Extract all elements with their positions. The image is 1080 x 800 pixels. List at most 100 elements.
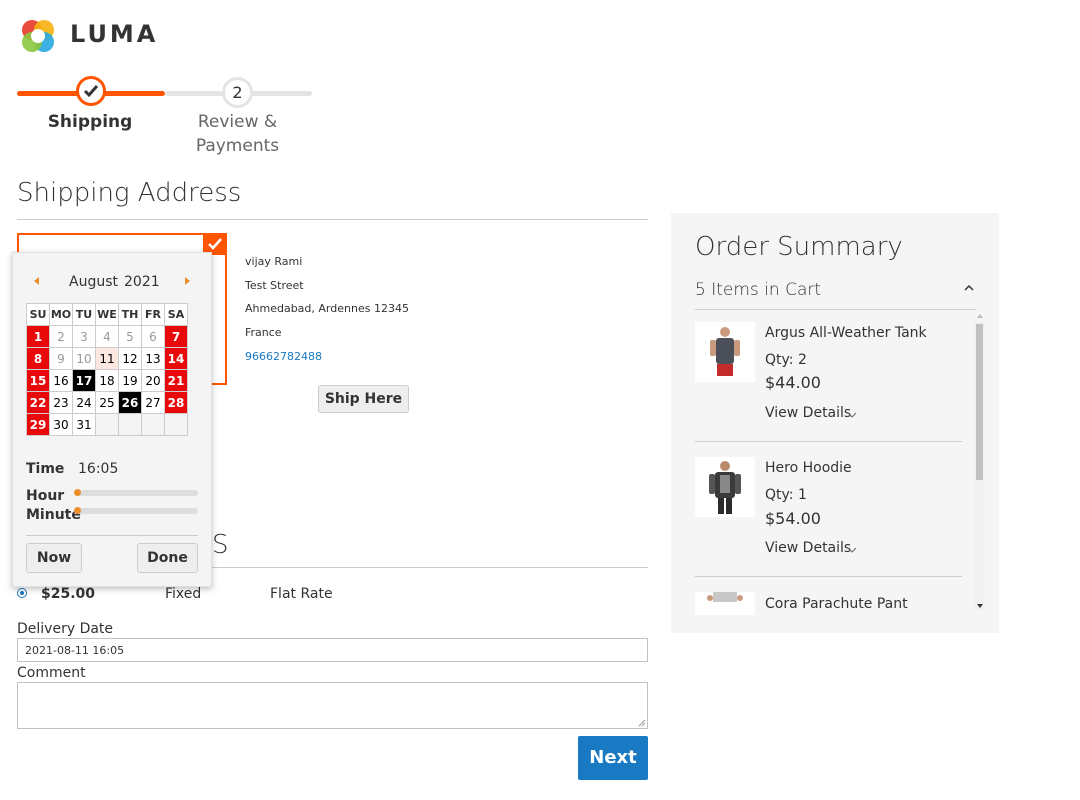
resize-handle-icon[interactable]: [638, 719, 646, 727]
cart-item-price: $44.00: [765, 373, 821, 392]
order-summary-title: Order Summary: [695, 232, 903, 262]
weekday-header: SA: [164, 303, 188, 326]
now-button[interactable]: Now: [26, 543, 82, 573]
calendar-day-today[interactable]: 11: [95, 347, 119, 370]
calendar-week: 1 2 3 4 5 6 7: [26, 325, 188, 348]
hour-slider-handle[interactable]: [74, 489, 81, 496]
cart-item-name: Hero Hoodie: [765, 460, 852, 476]
address-name: vijay Rami: [245, 255, 303, 268]
calendar-day: 9: [49, 347, 73, 370]
calendar-day[interactable]: 21: [164, 369, 188, 392]
calendar-day[interactable]: 12: [118, 347, 142, 370]
calendar-day[interactable]: 23: [49, 391, 73, 414]
weekday-header: TH: [118, 303, 142, 326]
address-country: France: [245, 326, 282, 339]
delivery-date-input[interactable]: 2021-08-11 16:05: [17, 638, 648, 662]
shipping-carrier-name: Flat Rate: [270, 586, 333, 602]
time-value: 16:05: [78, 461, 119, 477]
calendar-day[interactable]: 27: [141, 391, 165, 414]
brand-name[interactable]: LUMA: [70, 20, 158, 48]
time-label: Time: [26, 461, 65, 477]
weekday-header: SU: [26, 303, 50, 326]
view-details-toggle[interactable]: View Details: [765, 405, 851, 421]
calendar-week: 22 23 24 25 26 27 28: [26, 391, 188, 414]
calendar-day[interactable]: 14: [164, 347, 188, 370]
product-thumbnail[interactable]: [695, 457, 755, 517]
step-shipping-indicator: [76, 76, 106, 106]
divider: [695, 441, 962, 442]
chevron-up-icon[interactable]: [963, 284, 975, 292]
checkmark-icon: [83, 85, 99, 98]
calendar-day-selected[interactable]: 17: [72, 369, 96, 392]
comment-textarea[interactable]: [17, 682, 648, 729]
datepicker-grid: SU MO TU WE TH FR SA 1 2 3 4 5 6 7 8 9 1…: [26, 303, 188, 436]
calendar-day: 2: [49, 325, 73, 348]
step-shipping-label: Shipping: [47, 112, 133, 132]
weekday-header: MO: [49, 303, 73, 326]
scroll-down-icon[interactable]: [976, 603, 984, 609]
shipping-method-radio[interactable]: [17, 588, 27, 598]
cart-item-qty: Qty: 1: [765, 487, 807, 503]
done-button[interactable]: Done: [137, 543, 198, 573]
calendar-day[interactable]: 8: [26, 347, 50, 370]
next-month-icon[interactable]: [182, 276, 192, 286]
calendar-day-selected[interactable]: 26: [118, 391, 142, 414]
calendar-day[interactable]: 19: [118, 369, 142, 392]
next-button[interactable]: Next: [578, 736, 648, 780]
calendar-day[interactable]: 15: [26, 369, 50, 392]
calendar-week: 8 9 10 11 12 13 14: [26, 347, 188, 370]
chevron-down-icon[interactable]: [847, 412, 857, 418]
weekday-header: TU: [72, 303, 96, 326]
calendar-day[interactable]: 18: [95, 369, 119, 392]
product-thumbnail[interactable]: [695, 322, 755, 382]
chevron-down-icon[interactable]: [847, 547, 857, 553]
cart-scrollbar-thumb[interactable]: [976, 324, 983, 480]
step-review-indicator: 2: [222, 77, 253, 108]
calendar-day[interactable]: 29: [26, 413, 50, 436]
calendar-day[interactable]: 13: [141, 347, 165, 370]
minute-slider[interactable]: [74, 508, 198, 514]
calendar-day[interactable]: 28: [164, 391, 188, 414]
weekday-header-row: SU MO TU WE TH FR SA: [26, 303, 188, 326]
calendar-day[interactable]: 22: [26, 391, 50, 414]
shipping-methods-title-tail: S: [212, 530, 229, 560]
calendar-day[interactable]: 7: [164, 325, 188, 348]
calendar-day[interactable]: 25: [95, 391, 119, 414]
scroll-up-icon[interactable]: [976, 313, 984, 319]
luma-logo-icon[interactable]: [18, 16, 58, 56]
datepicker-divider: [26, 535, 198, 536]
calendar-day[interactable]: 31: [72, 413, 96, 436]
product-thumbnail[interactable]: [695, 592, 755, 615]
calendar-day: 10: [72, 347, 96, 370]
calendar-day[interactable]: 30: [49, 413, 73, 436]
cart-items-list[interactable]: Argus All-Weather Tank Qty: 2 $44.00 Vie…: [695, 310, 991, 615]
calendar-day: 3: [72, 325, 96, 348]
view-details-toggle[interactable]: View Details: [765, 540, 851, 556]
calendar-week: 15 16 17 18 19 20 21: [26, 369, 188, 392]
calendar-day[interactable]: 16: [49, 369, 73, 392]
calendar-day-empty: [164, 413, 188, 436]
datepicker-year: 2021: [124, 274, 160, 290]
shipping-method-name: Fixed: [165, 586, 202, 602]
minute-slider-handle[interactable]: [74, 507, 81, 514]
calendar-day[interactable]: 24: [72, 391, 96, 414]
calendar-day[interactable]: 1: [26, 325, 50, 348]
calendar-day[interactable]: 20: [141, 369, 165, 392]
divider: [695, 576, 962, 577]
calendar-week: 29 30 31: [26, 413, 188, 436]
calendar-day: 4: [95, 325, 119, 348]
prev-month-icon[interactable]: [32, 276, 42, 286]
address-city: Ahmedabad, Ardennes 12345: [245, 302, 409, 315]
hour-slider[interactable]: [74, 490, 198, 496]
calendar-day-empty: [95, 413, 119, 436]
address-street: Test Street: [245, 279, 304, 292]
items-in-cart-toggle[interactable]: 5 Items in Cart: [695, 280, 821, 300]
shipping-method-price: $25.00: [41, 586, 96, 602]
step-review-label-line1: Review &: [197, 112, 278, 132]
weekday-header: FR: [141, 303, 165, 326]
datepicker-month: August: [69, 274, 118, 290]
address-phone-link[interactable]: 96662782488: [245, 350, 322, 363]
comment-label: Comment: [17, 665, 86, 681]
ship-here-button[interactable]: Ship Here: [318, 385, 409, 413]
minute-label: Minute: [26, 507, 81, 523]
